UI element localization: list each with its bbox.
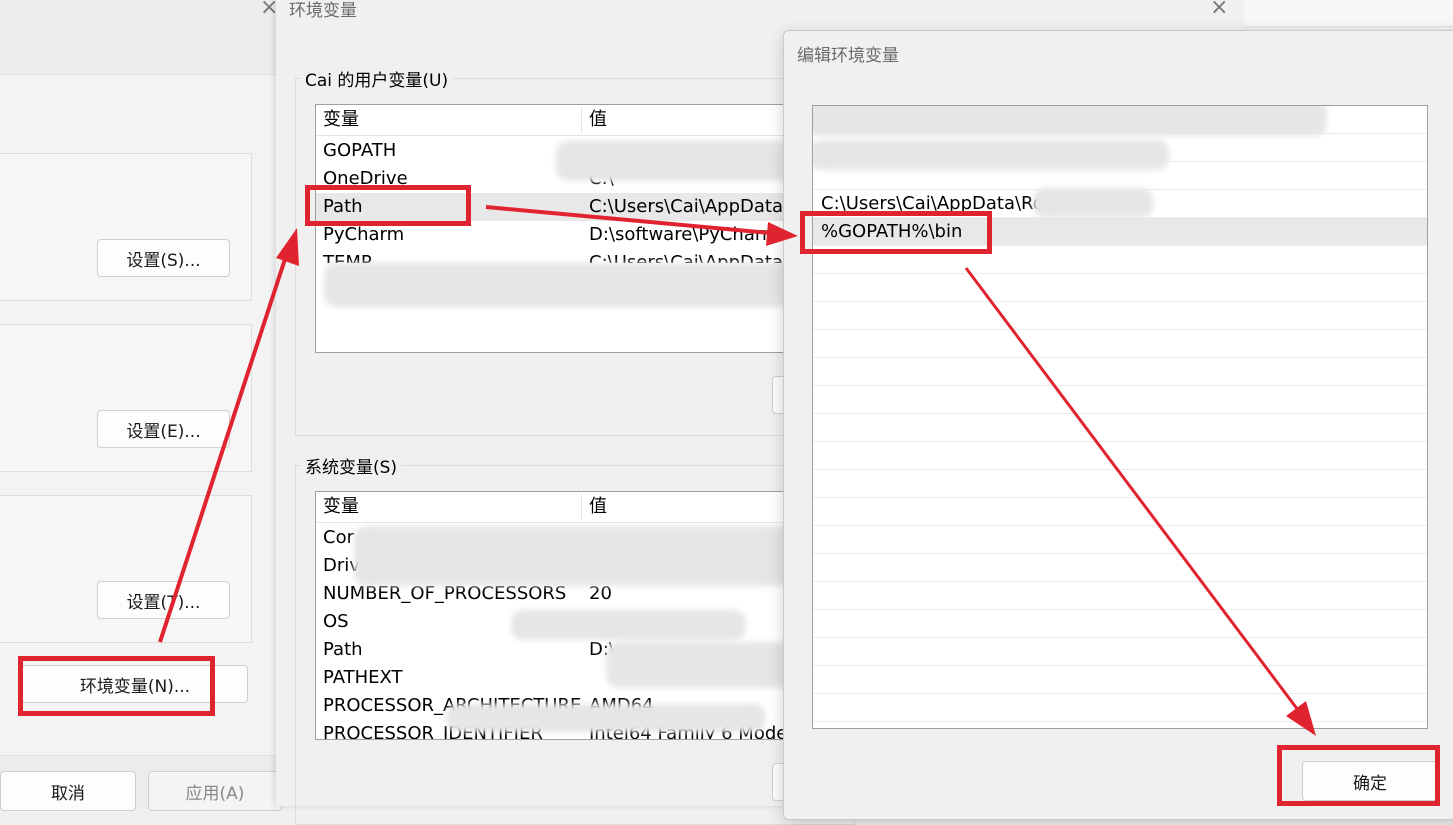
dialog-titlebar	[0, 0, 280, 75]
variable-name: PATHEXT	[323, 667, 403, 688]
dialog-title: 编辑环境变量	[797, 46, 899, 66]
performance-section	[0, 153, 252, 301]
path-entries-list[interactable]: C:\Users\Cai\AppData\Ro %GOPATH%\bin	[812, 105, 1428, 729]
redacted-region	[813, 106, 1327, 136]
column-header-value[interactable]: 值	[589, 105, 607, 135]
startup-recovery-section	[0, 495, 252, 643]
edit-environment-variable-dialog: 编辑环境变量 C:\Users\Cai\AppData\Ro %GOPATH%\…	[783, 30, 1453, 820]
list-item[interactable]	[813, 470, 1427, 498]
annotation-highlight-gopath-entry	[800, 211, 992, 254]
variable-name: Path	[323, 639, 363, 660]
list-item[interactable]	[813, 274, 1427, 302]
list-item[interactable]	[813, 554, 1427, 582]
user-variables-list[interactable]: 变量 值 GOPATH OneDrive C:\ Path C:\Users\C…	[315, 104, 835, 353]
close-icon[interactable]: ×	[1210, 0, 1228, 19]
list-item[interactable]	[813, 414, 1427, 442]
list-item[interactable]	[813, 498, 1427, 526]
variable-name: Cor	[323, 527, 354, 548]
list-item[interactable]	[813, 442, 1427, 470]
table-row[interactable]: TEMP C:\Users\Cai\AppData	[316, 249, 834, 263]
list-item[interactable]	[813, 386, 1427, 414]
redacted-region	[324, 263, 794, 307]
annotation-highlight-ok-button	[1277, 745, 1440, 806]
list-item[interactable]	[813, 638, 1427, 666]
list-item[interactable]	[813, 330, 1427, 358]
cancel-button[interactable]: 取消	[0, 771, 136, 811]
dialog-right-edge	[1244, 0, 1453, 27]
variable-name: GOPATH	[323, 140, 397, 161]
column-header-variable[interactable]: 变量	[323, 492, 359, 522]
list-item[interactable]	[813, 302, 1427, 330]
list-item[interactable]	[813, 526, 1427, 554]
list-item[interactable]	[813, 582, 1427, 610]
column-header-variable[interactable]: 变量	[323, 105, 359, 135]
column-header-value[interactable]: 值	[589, 492, 607, 522]
performance-settings-button[interactable]: 设置(S)...	[97, 239, 230, 277]
apply-button[interactable]: 应用(A)	[148, 771, 282, 811]
list-header: 变量 值	[316, 492, 834, 523]
startup-recovery-settings-button[interactable]: 设置(T)...	[97, 581, 230, 619]
list-header: 变量 值	[316, 105, 834, 136]
system-variables-list[interactable]: 变量 值 Cor Drive NUMBER_OF_PROCESSORS 20 O…	[315, 491, 835, 740]
redacted-region	[511, 610, 746, 640]
user-profiles-settings-button[interactable]: 设置(E)...	[97, 410, 230, 448]
redacted-region	[354, 526, 794, 586]
redacted-region	[813, 140, 1169, 170]
list-item[interactable]	[813, 610, 1427, 638]
list-item[interactable]	[813, 666, 1427, 694]
variable-value: C:\Users\Cai\AppData	[589, 252, 783, 263]
variable-name: TEMP	[323, 252, 372, 263]
system-variables-label: 系统变量(S)	[301, 453, 402, 478]
column-divider[interactable]	[581, 494, 582, 520]
variable-name: OS	[323, 611, 349, 632]
redacted-region	[446, 704, 766, 732]
list-item[interactable]	[813, 694, 1427, 722]
list-item[interactable]	[813, 358, 1427, 386]
dialog-title: 环境变量	[289, 1, 357, 21]
annotation-highlight-path-row	[305, 185, 471, 226]
user-profiles-section	[0, 324, 252, 472]
variable-value: C:\Users\Cai\AppData\	[589, 196, 790, 217]
column-divider[interactable]	[581, 107, 582, 133]
variable-value: D:\software\PyCharm	[589, 224, 780, 245]
redacted-region	[1033, 188, 1153, 218]
user-variables-label: Cai 的用户变量(U)	[301, 66, 453, 91]
annotation-highlight-env-button	[18, 656, 215, 716]
